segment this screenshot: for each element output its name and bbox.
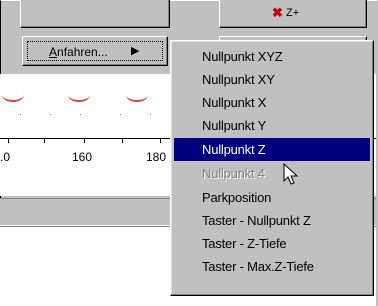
ruler-label: 180 bbox=[146, 150, 167, 164]
top-right-button[interactable]: ✖ Z+ bbox=[219, 0, 367, 28]
menu-item-nullpunkt-y[interactable]: Nullpunkt Y bbox=[174, 114, 370, 137]
anfahren-button[interactable]: Anfahren... ▶ bbox=[22, 36, 168, 66]
menu-item-nullpunkt-xyz[interactable]: Nullpunkt XYZ bbox=[174, 45, 370, 68]
grid-dot bbox=[80, 114, 81, 115]
anfahren-submenu: Nullpunkt XYZ Nullpunkt XY Nullpunkt X N… bbox=[170, 40, 374, 296]
menu-item-taster-max-z-tiefe[interactable]: Taster - Max.Z-Tiefe bbox=[174, 255, 370, 278]
ruler-tick bbox=[44, 138, 45, 143]
menu-item-parkposition[interactable]: Parkposition bbox=[174, 186, 370, 209]
anfahren-button-label: Anfahren... bbox=[49, 45, 108, 59]
ruler-label: .0 bbox=[0, 150, 11, 164]
red-axis-mark: ✖ bbox=[272, 5, 283, 20]
menu-item-nullpunkt-xy[interactable]: Nullpunkt XY bbox=[174, 68, 370, 91]
ruler-marker bbox=[2, 88, 24, 102]
menu-item-nullpunkt-x[interactable]: Nullpunkt X bbox=[174, 91, 370, 114]
menu-item-nullpunkt-4: Nullpunkt 4 bbox=[202, 166, 265, 181]
grid-dot bbox=[150, 114, 151, 115]
ruler-marker bbox=[126, 88, 148, 102]
menu-item-taster-nullpunkt-z[interactable]: Taster - Nullpunkt Z bbox=[174, 209, 370, 232]
ruler-tick bbox=[122, 138, 123, 143]
grid-dot bbox=[50, 114, 51, 115]
grid-dot bbox=[20, 114, 21, 115]
mouse-pointer-icon bbox=[283, 163, 299, 185]
submenu-arrow-icon: ▶ bbox=[131, 45, 140, 57]
ruler-tick bbox=[8, 138, 9, 143]
ruler-label: 160 bbox=[72, 150, 93, 164]
top-left-button[interactable] bbox=[20, 0, 170, 28]
menu-item-taster-z-tiefe[interactable]: Taster - Z-Tiefe bbox=[174, 232, 370, 255]
ruler-marker bbox=[68, 88, 90, 102]
ruler-tick bbox=[160, 138, 161, 143]
grid-dot bbox=[120, 114, 121, 115]
menu-item-nullpunkt-z[interactable]: Nullpunkt Z bbox=[174, 138, 370, 161]
ruler-tick bbox=[84, 138, 85, 143]
top-right-button-label: Z+ bbox=[286, 7, 300, 19]
